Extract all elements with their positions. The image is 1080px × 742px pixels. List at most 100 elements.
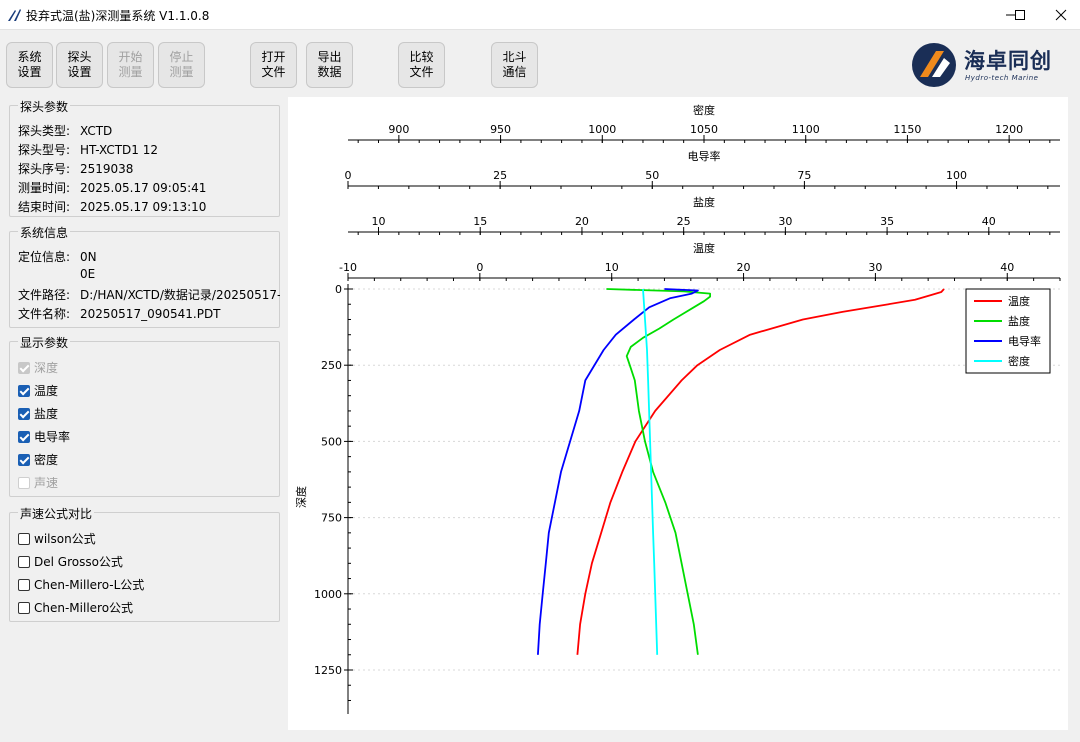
logo-mark-icon bbox=[912, 43, 956, 87]
x-axis-label: 盐度 bbox=[693, 195, 715, 209]
x-axis-tick-label: 10 bbox=[372, 215, 386, 228]
measure-time-row: 测量时间: 2025.05.17 09:05:41 bbox=[18, 181, 207, 195]
y-axis-tick-label: 1250 bbox=[314, 664, 342, 677]
x-axis-tick-label: 40 bbox=[982, 215, 996, 228]
longitude-row: 0E bbox=[80, 267, 96, 281]
compare-file-button[interactable]: 比较 文件 bbox=[398, 42, 445, 88]
series-line-3 bbox=[642, 288, 659, 655]
checkbox-icon bbox=[18, 477, 30, 489]
system-info-group: 系统信息 定位信息: 0N 0E 文件路径: D:/HAN/XCTD/数据记录/20… bbox=[9, 224, 280, 328]
profile-chart: 密度 900 950 1000 1050 1100 1150 1200 电导率 0 25 50 75 10… bbox=[288, 97, 1068, 730]
probe-params-group: 探头参数 探头类型: XCTD 探头型号: HT-XCTD1 12 探头序号: 251… bbox=[9, 98, 280, 217]
checkbox-icon bbox=[18, 556, 30, 568]
company-logo: 海卓同创 Hydro-tech Marine bbox=[910, 41, 1060, 89]
position-row: 定位信息: 0N bbox=[18, 250, 97, 264]
app-icon bbox=[8, 9, 21, 21]
x-axis-tick-label: 1100 bbox=[792, 123, 820, 136]
show-conductivity-checkbox[interactable]: 电导率 bbox=[18, 428, 70, 445]
close-button[interactable] bbox=[1038, 0, 1080, 30]
display-params-group: 显示参数 深度 温度 盐度 电导率 密度 声速 bbox=[9, 334, 280, 497]
y-axis-tick-label: 750 bbox=[321, 512, 342, 525]
y-axis-tick-label: 500 bbox=[321, 435, 342, 448]
x-axis-tick-label: 1150 bbox=[893, 123, 921, 136]
x-axis-tick-label: 1200 bbox=[995, 123, 1023, 136]
checkbox-icon bbox=[18, 579, 30, 591]
x-axis-tick-label: 20 bbox=[737, 261, 751, 274]
title-bar: 投弃式温(盐)深测量系统 V1.1.0.8 bbox=[0, 0, 1080, 30]
wilson-formula-checkbox[interactable]: wilson公式 bbox=[18, 530, 96, 547]
y-axis-tick-label: 0 bbox=[335, 283, 342, 296]
checkbox-icon bbox=[18, 602, 30, 614]
x-axis-tick-label: 15 bbox=[473, 215, 487, 228]
y-axis-tick-label: 1000 bbox=[314, 588, 342, 601]
checkbox-icon bbox=[18, 533, 30, 545]
group-title: 显示参数 bbox=[18, 334, 71, 351]
maximize-icon bbox=[1015, 10, 1025, 20]
start-measure-button[interactable]: 开始 测量 bbox=[107, 42, 154, 88]
show-sound-speed-checkbox[interactable]: 声速 bbox=[18, 474, 58, 491]
x-axis-tick-label: 25 bbox=[493, 169, 507, 182]
x-axis-tick-label: 75 bbox=[797, 169, 811, 182]
open-file-button[interactable]: 打开 文件 bbox=[250, 42, 297, 88]
x-axis-tick-label: 1000 bbox=[588, 123, 616, 136]
probe-settings-button[interactable]: 探头 设置 bbox=[56, 42, 103, 88]
x-axis-tick-label: 100 bbox=[946, 169, 967, 182]
legend-entry: 密度 bbox=[1008, 354, 1030, 368]
show-salinity-checkbox[interactable]: 盐度 bbox=[18, 405, 58, 422]
x-axis-tick-label: 35 bbox=[880, 215, 894, 228]
chen-millero-l-formula-checkbox[interactable]: Chen-Millero-L公式 bbox=[18, 576, 144, 593]
x-axis-tick-label: 25 bbox=[677, 215, 691, 228]
x-axis-tick-label: 950 bbox=[490, 123, 511, 136]
x-axis-tick-label: 0 bbox=[476, 261, 483, 274]
sound-formula-group: 声速公式对比 wilson公式 Del Grosso公式 Chen-Miller… bbox=[9, 505, 280, 622]
show-density-checkbox[interactable]: 密度 bbox=[18, 451, 58, 468]
x-axis-tick-label: 40 bbox=[1000, 261, 1014, 274]
group-title: 声速公式对比 bbox=[18, 505, 95, 522]
series-line-0 bbox=[576, 288, 945, 655]
del-grosso-formula-checkbox[interactable]: Del Grosso公式 bbox=[18, 553, 123, 570]
show-temperature-checkbox[interactable]: 温度 bbox=[18, 382, 58, 399]
probe-type-row: 探头类型: XCTD bbox=[18, 124, 113, 138]
probe-model-row: 探头型号: HT-XCTD1 12 bbox=[18, 143, 158, 157]
x-axis-tick-label: 20 bbox=[575, 215, 589, 228]
file-name-row: 文件名称: 20250517_090541.PDT bbox=[18, 307, 221, 321]
x-axis-tick-label: 900 bbox=[388, 123, 409, 136]
profile-chart-svg: 密度900 950 1000 1050 1100 1150 1200电导率0 25 50 75 10… bbox=[294, 103, 1061, 714]
toolbar: 系统 设置 探头 设置 开始 测量 停止 测量 打开 文件 导出 数据 比较 文件 北斗 通信 … bbox=[0, 30, 1080, 94]
checkbox-icon bbox=[18, 362, 30, 374]
checkbox-icon bbox=[18, 408, 30, 420]
y-axis-label: 深度 bbox=[294, 486, 308, 508]
x-axis-label: 电导率 bbox=[688, 149, 721, 163]
group-title: 系统信息 bbox=[18, 224, 71, 241]
maximize-button-box[interactable] bbox=[997, 0, 1043, 30]
checkbox-icon bbox=[18, 454, 30, 466]
legend-entry: 盐度 bbox=[1008, 314, 1030, 328]
legend-entry: 温度 bbox=[1008, 294, 1030, 308]
stop-measure-button[interactable]: 停止 测量 bbox=[158, 42, 205, 88]
x-axis-tick-label: 50 bbox=[645, 169, 659, 182]
x-axis-label: 温度 bbox=[693, 241, 715, 255]
x-axis-tick-label: -10 bbox=[339, 261, 357, 274]
x-axis-tick-label: 1050 bbox=[690, 123, 718, 136]
close-icon bbox=[1055, 9, 1067, 21]
chen-millero-formula-checkbox[interactable]: Chen-Millero公式 bbox=[18, 599, 133, 616]
window-title: 投弃式温(盐)深测量系统 V1.1.0.8 bbox=[26, 9, 210, 23]
legend-entry: 电导率 bbox=[1008, 334, 1041, 348]
group-title: 探头参数 bbox=[18, 98, 71, 115]
probe-serial-row: 探头序号: 2519038 bbox=[18, 162, 134, 176]
show-depth-checkbox[interactable]: 深度 bbox=[18, 359, 58, 376]
x-axis-label: 密度 bbox=[693, 103, 715, 117]
checkbox-icon bbox=[18, 385, 30, 397]
x-axis-tick-label: 10 bbox=[605, 261, 619, 274]
y-axis-tick-label: 250 bbox=[321, 359, 342, 372]
series-line-2 bbox=[537, 288, 699, 655]
checkbox-icon bbox=[18, 431, 30, 443]
export-data-button[interactable]: 导出 数据 bbox=[306, 42, 353, 88]
system-settings-button[interactable]: 系统 设置 bbox=[6, 42, 53, 88]
x-axis-tick-label: 0 bbox=[345, 169, 352, 182]
beidou-comm-button[interactable]: 北斗 通信 bbox=[491, 42, 538, 88]
end-time-row: 结束时间: 2025.05.17 09:13:10 bbox=[18, 200, 207, 214]
x-axis-tick-label: 30 bbox=[868, 261, 882, 274]
x-axis-tick-label: 30 bbox=[778, 215, 792, 228]
file-path-row: 文件路径: D:/HAN/XCTD/数据记录/20250517-脊 bbox=[18, 288, 280, 302]
